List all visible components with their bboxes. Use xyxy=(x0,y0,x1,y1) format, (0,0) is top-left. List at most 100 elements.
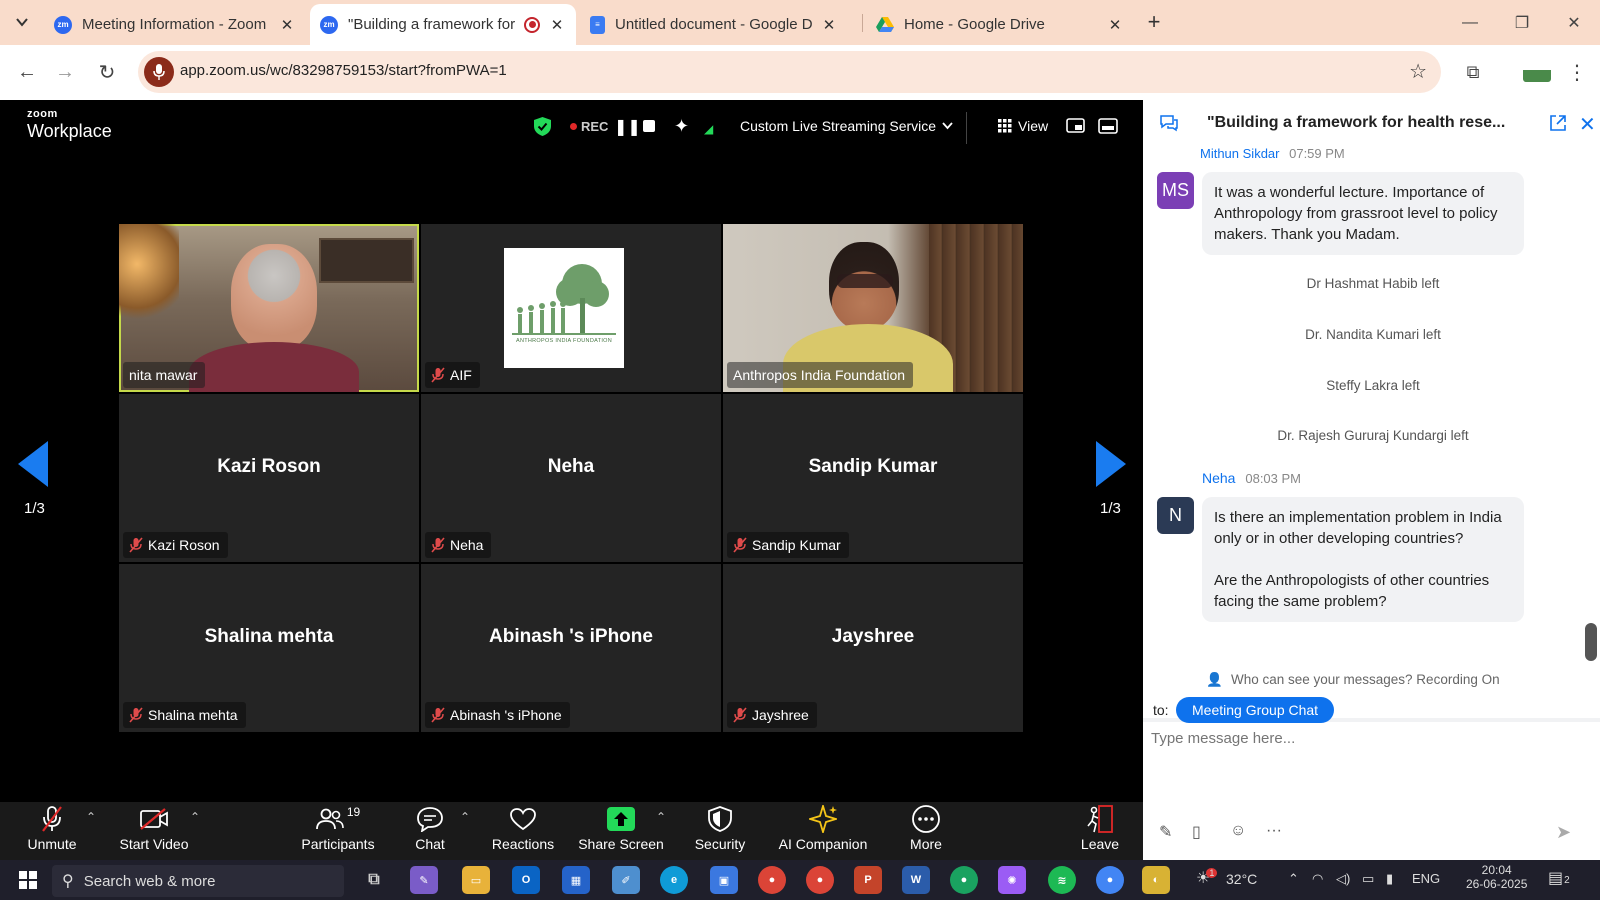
taskbar-search-box[interactable]: ⚲ Search web & more xyxy=(52,865,344,897)
notifications-icon[interactable]: ▤2 xyxy=(1548,868,1570,888)
extensions-button[interactable]: ⧉ xyxy=(1458,57,1488,87)
word-icon[interactable]: W xyxy=(902,866,930,894)
wifi-icon[interactable]: ◠ xyxy=(1312,871,1323,887)
back-button[interactable]: ← xyxy=(12,57,42,87)
new-tab-button[interactable]: + xyxy=(1140,8,1168,36)
paint-app-icon[interactable]: ✎ xyxy=(410,866,438,894)
reactions-button[interactable]: Reactions xyxy=(490,804,556,860)
share-screen-button[interactable]: Share Screen xyxy=(578,804,664,860)
close-tab-icon[interactable]: ✕ xyxy=(820,16,838,34)
close-window-button[interactable]: ✕ xyxy=(1548,0,1600,45)
chat-message-bubble[interactable]: Is there an implementation problem in In… xyxy=(1202,497,1524,622)
participant-tile[interactable]: Neha Neha xyxy=(421,394,721,562)
send-icon[interactable]: ➤ xyxy=(1556,822,1571,843)
unmute-button[interactable]: Unmute xyxy=(24,804,80,860)
participant-tile[interactable]: Jayshree Jayshree xyxy=(723,564,1023,732)
edge-browser-icon[interactable]: e xyxy=(660,866,688,894)
message-visibility-note[interactable]: 👤 Who can see your messages? Recording O… xyxy=(1143,672,1563,688)
recipient-selector[interactable]: Meeting Group Chat xyxy=(1176,697,1335,723)
tab-google-docs[interactable]: ≡ Untitled document - Google Do ✕ xyxy=(580,4,848,45)
chat-scrollbar-thumb[interactable] xyxy=(1585,623,1597,661)
file-attach-icon[interactable]: ▯ xyxy=(1192,822,1201,842)
chrome-profile-icon[interactable]: ● xyxy=(806,866,834,894)
avatar: MS xyxy=(1157,172,1194,209)
format-text-icon[interactable]: ✎ xyxy=(1159,822,1172,842)
tab-meeting-information[interactable]: zm Meeting Information - Zoom ✕ xyxy=(44,4,306,45)
site-permission-button[interactable] xyxy=(144,57,174,87)
close-tab-icon[interactable]: ✕ xyxy=(548,16,566,34)
participant-tile[interactable]: ANTHROPOS INDIA FOUNDATION AIF xyxy=(421,224,721,392)
language-indicator[interactable]: ENG xyxy=(1412,871,1440,886)
chrome-active-icon[interactable]: ● xyxy=(1096,866,1124,894)
partial-sender: Mithun Sikdar xyxy=(1200,148,1280,161)
close-chat-icon[interactable]: ✕ xyxy=(1579,112,1596,137)
participants-button[interactable]: 19 Participants xyxy=(298,804,378,860)
notes-app-icon[interactable]: ✐ xyxy=(612,866,640,894)
security-button[interactable]: Security xyxy=(692,804,748,860)
chrome-alt-icon[interactable]: ● xyxy=(950,866,978,894)
leave-button[interactable]: Leave xyxy=(1076,804,1124,860)
spotify-icon[interactable]: ≋ xyxy=(1048,866,1076,894)
copilot-icon[interactable]: ✺ xyxy=(998,866,1026,894)
weather-badge: 1 xyxy=(1206,868,1218,878)
more-options-icon[interactable]: ··· xyxy=(1266,822,1282,840)
pause-recording-button[interactable]: ❚❚ xyxy=(614,117,641,137)
close-tab-icon[interactable]: ✕ xyxy=(1106,16,1124,34)
share-options-caret[interactable]: ⌃ xyxy=(656,810,666,824)
volume-icon[interactable]: ◁) xyxy=(1336,871,1350,887)
chat-message-input[interactable] xyxy=(1151,730,1551,747)
task-view-icon[interactable]: ⧉ xyxy=(360,866,388,894)
video-options-caret[interactable]: ⌃ xyxy=(190,810,200,824)
participant-tile[interactable]: Sandip Kumar Sandip Kumar xyxy=(723,394,1023,562)
reload-button[interactable]: ↻ xyxy=(92,57,122,87)
more-button[interactable]: More xyxy=(906,804,946,860)
microphone-tray-icon[interactable]: ▮ xyxy=(1386,871,1393,887)
minimize-button[interactable]: — xyxy=(1444,0,1496,45)
profile-button[interactable] xyxy=(1520,57,1554,87)
address-bar[interactable]: app.zoom.us/wc/83298759153/start?fromPWA… xyxy=(138,51,1441,93)
picture-in-picture-button[interactable] xyxy=(1066,118,1085,134)
exit-full-view-button[interactable] xyxy=(1098,118,1118,134)
browser-menu-button[interactable]: ⋮ xyxy=(1562,57,1592,87)
bookmark-star-icon[interactable]: ☆ xyxy=(1409,59,1427,84)
participant-tile[interactable]: Abinash 's iPhone Abinash 's iPhone xyxy=(421,564,721,732)
live-streaming-dropdown[interactable]: Custom Live Streaming Service xyxy=(740,118,953,134)
emoji-icon[interactable]: ☺ xyxy=(1230,822,1246,840)
participant-tile[interactable]: Shalina mehta Shalina mehta xyxy=(119,564,419,732)
participant-tile[interactable]: Kazi Roson Kazi Roson xyxy=(119,394,419,562)
windows-start-icon[interactable] xyxy=(14,866,42,894)
maximize-button[interactable]: ❐ xyxy=(1496,0,1548,45)
chat-button[interactable]: Chat xyxy=(408,804,452,860)
audio-options-caret[interactable]: ⌃ xyxy=(86,810,96,824)
participant-display-name: Jayshree xyxy=(831,626,915,647)
start-video-button[interactable]: Start Video xyxy=(118,804,190,860)
close-tab-icon[interactable]: ✕ xyxy=(278,16,296,34)
active-app-icon[interactable]: ◐ xyxy=(1142,866,1170,894)
participant-tile[interactable]: nita mawar xyxy=(119,224,419,392)
stop-recording-button[interactable] xyxy=(643,120,655,132)
microsoft-store-icon[interactable]: ▦ xyxy=(562,866,590,894)
forward-button[interactable]: → xyxy=(50,57,80,87)
previous-page-arrow[interactable] xyxy=(18,441,48,487)
ai-sparkle-button[interactable]: ✦ xyxy=(674,116,689,137)
tray-chevron-icon[interactable]: ⌃ xyxy=(1288,871,1299,887)
chat-options-caret[interactable]: ⌃ xyxy=(460,810,470,824)
ai-companion-button[interactable]: AI Companion xyxy=(776,804,870,860)
chrome-icon[interactable]: ● xyxy=(758,866,786,894)
next-page-arrow[interactable] xyxy=(1096,441,1126,487)
weather-icon[interactable]: ☀1 xyxy=(1196,868,1218,888)
participant-tile[interactable]: Anthropos India Foundation xyxy=(723,224,1023,392)
pop-out-chat-icon[interactable] xyxy=(1549,114,1567,137)
battery-icon[interactable]: ▭ xyxy=(1362,871,1374,887)
view-button[interactable]: View xyxy=(998,118,1048,134)
tab-google-drive[interactable]: Home - Google Drive ✕ xyxy=(866,4,1134,45)
clock[interactable]: 20:04 26-06-2025 xyxy=(1466,863,1527,891)
tab-search-button[interactable] xyxy=(8,8,36,36)
powerpoint-icon[interactable]: P xyxy=(854,866,882,894)
outlook-icon[interactable]: O xyxy=(512,866,540,894)
tab-building-framework[interactable]: zm "Building a framework for h ✕ xyxy=(310,4,576,45)
m365-app-icon[interactable]: ▣ xyxy=(710,866,738,894)
encryption-shield-icon[interactable] xyxy=(534,117,551,136)
file-explorer-icon[interactable]: ▭ xyxy=(462,866,490,894)
chat-message-bubble[interactable]: It was a wonderful lecture. Importance o… xyxy=(1202,172,1524,255)
